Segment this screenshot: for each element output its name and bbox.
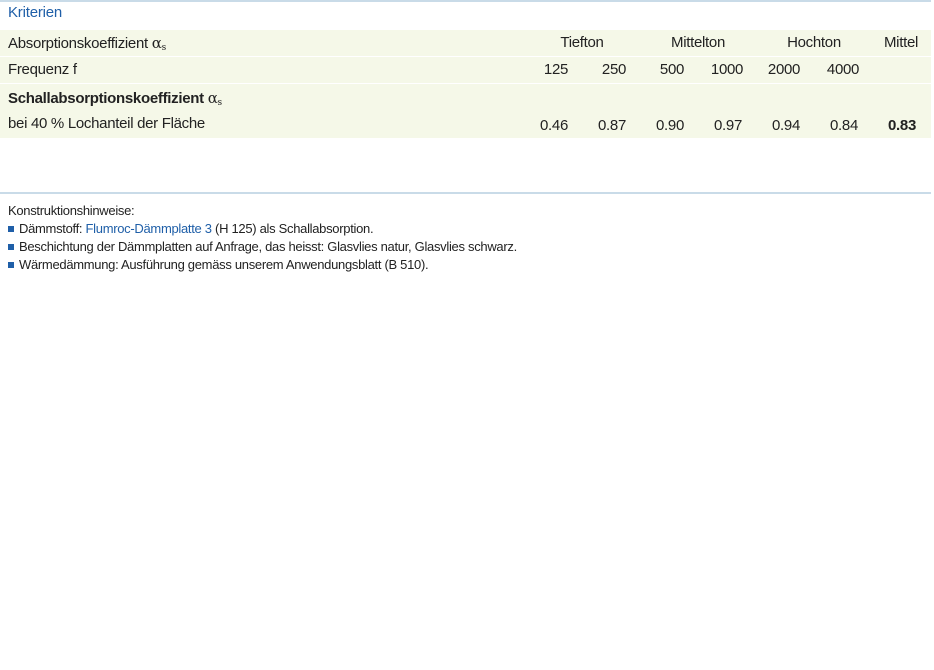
section-rule — [0, 192, 931, 194]
freq-4000: 4000 — [826, 61, 860, 78]
construction-notes: Konstruktionshinweise: Dämmstoff: Flumro… — [8, 202, 517, 274]
value-250: 0.87 — [598, 117, 626, 134]
group-mittel: Mittel — [883, 34, 919, 51]
absorption-label-text: Absorptionskoeffizient — [8, 35, 148, 52]
alpha-symbol: αs — [207, 89, 223, 108]
table-row-sound-absorption: Schallabsorptionskoeffizient αs bei 40 %… — [0, 84, 931, 138]
bullet-square-icon — [8, 244, 14, 250]
freq-250: 250 — [601, 61, 627, 78]
note-prefix: Dämmstoff: — [19, 221, 86, 236]
group-tiefton: Tiefton — [560, 34, 604, 51]
notes-heading: Konstruktionshinweise: — [8, 203, 135, 218]
row-label-frequency: Frequenz f — [8, 61, 77, 78]
bullet-square-icon — [8, 262, 14, 268]
sound-absorption-label-text: Schallabsorptionskoeffizient — [8, 90, 204, 107]
row-label-sound-absorption: Schallabsorptionskoeffizient αs — [8, 89, 222, 108]
note-text: Dämmstoff: Flumroc-Dämmplatte 3 (H 125) … — [19, 220, 374, 238]
alpha-char: α — [151, 34, 162, 52]
value-mean: 0.83 — [888, 117, 916, 134]
group-hochton: Hochton — [787, 34, 841, 51]
alpha-symbol: αs — [151, 34, 167, 53]
note-suffix: (H 125) als Schallabsorption. — [211, 221, 374, 236]
freq-1000: 1000 — [710, 61, 744, 78]
row-label-hole-ratio: bei 40 % Lochanteil der Fläche — [8, 115, 205, 132]
freq-125: 125 — [543, 61, 569, 78]
note-item-thermal: Wärmedämmung: Ausführung gemäss unserem … — [8, 256, 517, 274]
table-row-absorption: Absorptionskoeffizient αs Tiefton Mittel… — [0, 30, 931, 56]
alpha-subscript: s — [217, 98, 223, 108]
table-row-frequency: Frequenz f 125 250 500 1000 2000 4000 — [0, 57, 931, 83]
bullet-square-icon — [8, 226, 14, 232]
value-1000: 0.97 — [714, 117, 742, 134]
note-text: Wärmedämmung: Ausführung gemäss unserem … — [19, 257, 429, 272]
note-text: Beschichtung der Dämmplatten auf Anfrage… — [19, 239, 517, 254]
freq-2000: 2000 — [767, 61, 801, 78]
freq-500: 500 — [659, 61, 685, 78]
value-125: 0.46 — [540, 117, 568, 134]
value-2000: 0.94 — [772, 117, 800, 134]
top-rule — [0, 0, 931, 2]
alpha-subscript: s — [161, 43, 167, 53]
group-mittelton: Mittelton — [671, 34, 725, 51]
row-label-absorption: Absorptionskoeffizient αs — [8, 34, 166, 53]
value-500: 0.90 — [656, 117, 684, 134]
value-4000: 0.84 — [830, 117, 858, 134]
alpha-char: α — [207, 89, 218, 107]
product-link[interactable]: Flumroc-Dämmplatte 3 — [86, 221, 213, 236]
table-title: Kriterien — [8, 4, 63, 21]
note-item-insulation: Dämmstoff: Flumroc-Dämmplatte 3 (H 125) … — [8, 220, 517, 238]
note-item-coating: Beschichtung der Dämmplatten auf Anfrage… — [8, 238, 517, 256]
